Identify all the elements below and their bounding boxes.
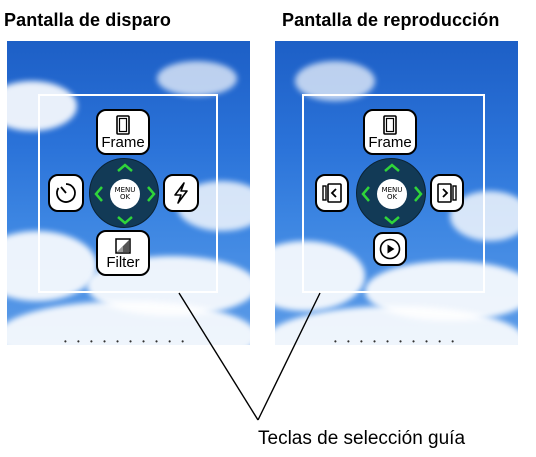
leader-lines: [178, 292, 321, 421]
leader-line-left: [178, 292, 259, 421]
guide-keys-caption: Teclas de selección guía: [258, 428, 466, 449]
leader-line-right: [257, 292, 321, 421]
